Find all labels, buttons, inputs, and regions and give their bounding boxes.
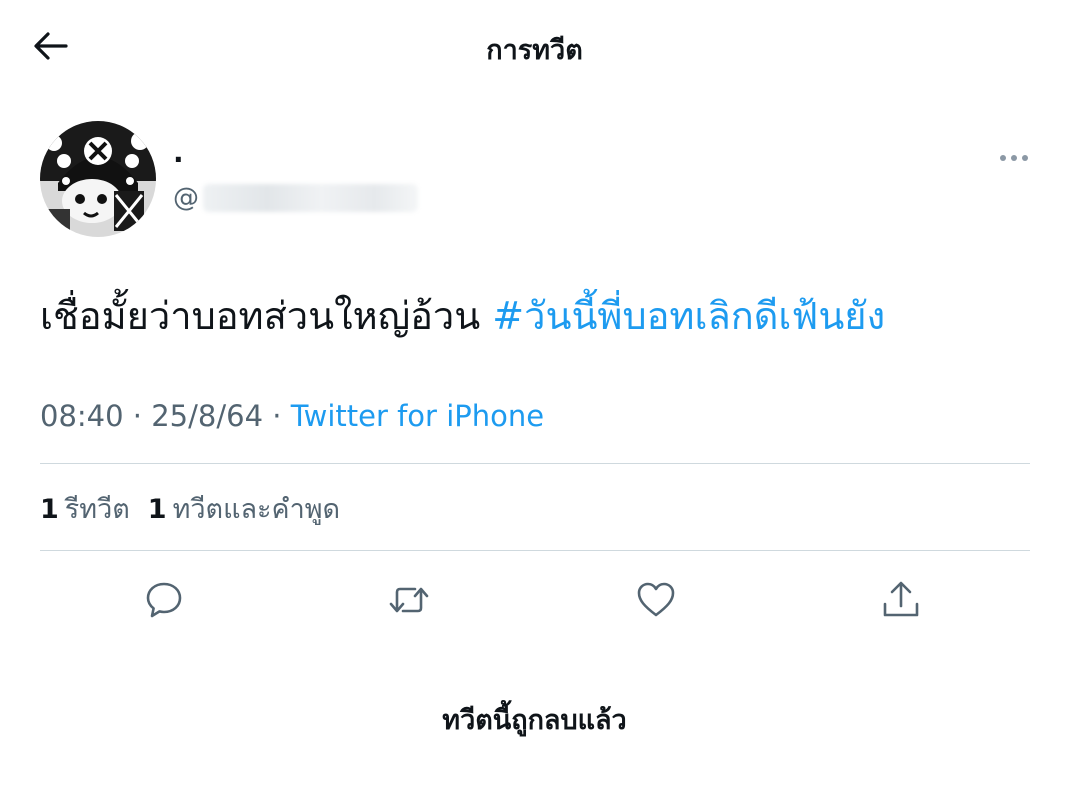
tweet-body: เชื่อมั้ยว่าบอทส่วนใหญ่อ้วน: [40, 294, 493, 338]
quotes-count: 1: [147, 494, 167, 525]
retweets-count: 1: [40, 494, 59, 525]
meta-separator: ·: [263, 399, 291, 433]
manga-character-avatar: [40, 121, 156, 237]
tweet-time[interactable]: 08:40: [40, 399, 124, 433]
username[interactable]: @: [173, 183, 418, 213]
more-horizontal-icon: [1000, 155, 1028, 161]
share-icon: [883, 581, 919, 617]
tweet-source-link[interactable]: Twitter for iPhone: [291, 399, 544, 433]
retweet-button[interactable]: [381, 572, 437, 628]
username-prefix: @: [173, 183, 199, 213]
top-bar: การทวีต: [0, 0, 1069, 92]
retweet-icon: [389, 587, 429, 613]
quotes-stat[interactable]: 1 ทวีตและคำพูด: [148, 492, 340, 528]
tweet-date[interactable]: 25/8/64: [151, 399, 263, 433]
meta-separator: ·: [123, 399, 152, 433]
tweet-text: เชื่อมั้ยว่าบอทส่วนใหญ่อ้วน #วันนี้พี่บอ…: [40, 288, 1040, 344]
page-title: การทวีต: [486, 35, 583, 66]
tweet-stats: 1 รีทวีต 1 ทวีตและคำพูด: [40, 492, 358, 528]
more-options-button[interactable]: [992, 140, 1036, 176]
display-name[interactable]: .: [173, 136, 184, 169]
reply-button[interactable]: [136, 572, 192, 628]
tweet-meta: 08:40 · 25/8/64 · Twitter for iPhone: [40, 397, 544, 435]
share-button[interactable]: [873, 572, 929, 628]
like-button[interactable]: [628, 572, 684, 628]
like-icon: [637, 582, 675, 617]
retweets-label: รีทวีต: [64, 494, 130, 525]
hashtag-link[interactable]: #วันนี้พี่บอทเลิกดีเฟ้นยัง: [492, 294, 885, 338]
avatar[interactable]: [40, 121, 156, 237]
divider: [40, 550, 1030, 551]
quotes-label: ทวีตและคำพูด: [172, 494, 341, 525]
action-bar: [0, 572, 1069, 628]
deleted-tweet-notice: ทวีตนี้ถูกลบแล้ว: [442, 705, 627, 736]
reply-icon: [146, 582, 182, 618]
retweets-stat[interactable]: 1 รีทวีต: [40, 492, 130, 528]
redacted-username: [203, 184, 418, 212]
divider: [40, 463, 1030, 464]
